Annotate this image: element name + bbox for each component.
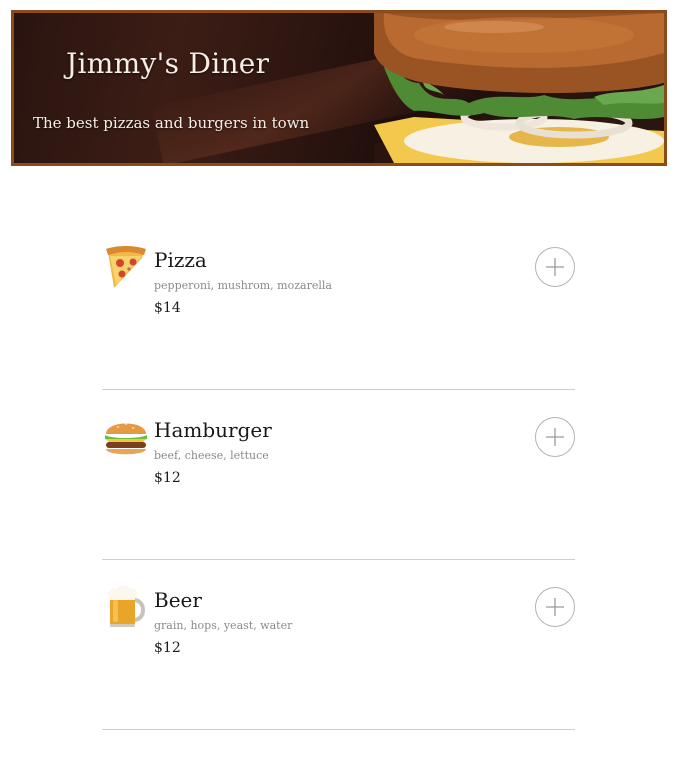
plus-icon (546, 258, 564, 276)
add-to-order-button[interactable] (535, 587, 575, 627)
add-to-order-button[interactable] (535, 247, 575, 287)
menu-item-price: $12 (154, 470, 181, 486)
header-tagline: The best pizzas and burgers in town (33, 114, 310, 132)
hamburger-icon (105, 423, 147, 455)
menu-item-ingredients: grain, hops, yeast, water (154, 619, 293, 632)
pizza-icon (106, 246, 146, 288)
menu-item: Hamburger beef, cheese, lettuce $12 (102, 390, 575, 560)
menu-item-name: Pizza (154, 248, 207, 272)
menu-item-price: $12 (154, 640, 181, 656)
menu-item-name: Hamburger (154, 418, 272, 442)
plus-icon (546, 598, 564, 616)
add-to-order-button[interactable] (535, 417, 575, 457)
beer-icon (108, 585, 145, 627)
menu-item-ingredients: beef, cheese, lettuce (154, 449, 269, 462)
menu-item-ingredients: pepperoni, mushrom, mozarella (154, 279, 332, 292)
menu-item: Pizza pepperoni, mushrom, mozarella $14 (102, 220, 575, 390)
burger-hero-image (374, 13, 664, 163)
menu-list: Pizza pepperoni, mushrom, mozarella $14 (102, 220, 575, 730)
page: Jimmy's Diner The best pizzas and burger… (0, 0, 678, 777)
menu-item-price: $14 (154, 300, 181, 316)
menu-item: Beer grain, hops, yeast, water $12 (102, 560, 575, 730)
menu-item-name: Beer (154, 588, 202, 612)
header-banner: Jimmy's Diner The best pizzas and burger… (11, 10, 667, 166)
plus-icon (546, 428, 564, 446)
header-title: Jimmy's Diner (66, 47, 270, 80)
